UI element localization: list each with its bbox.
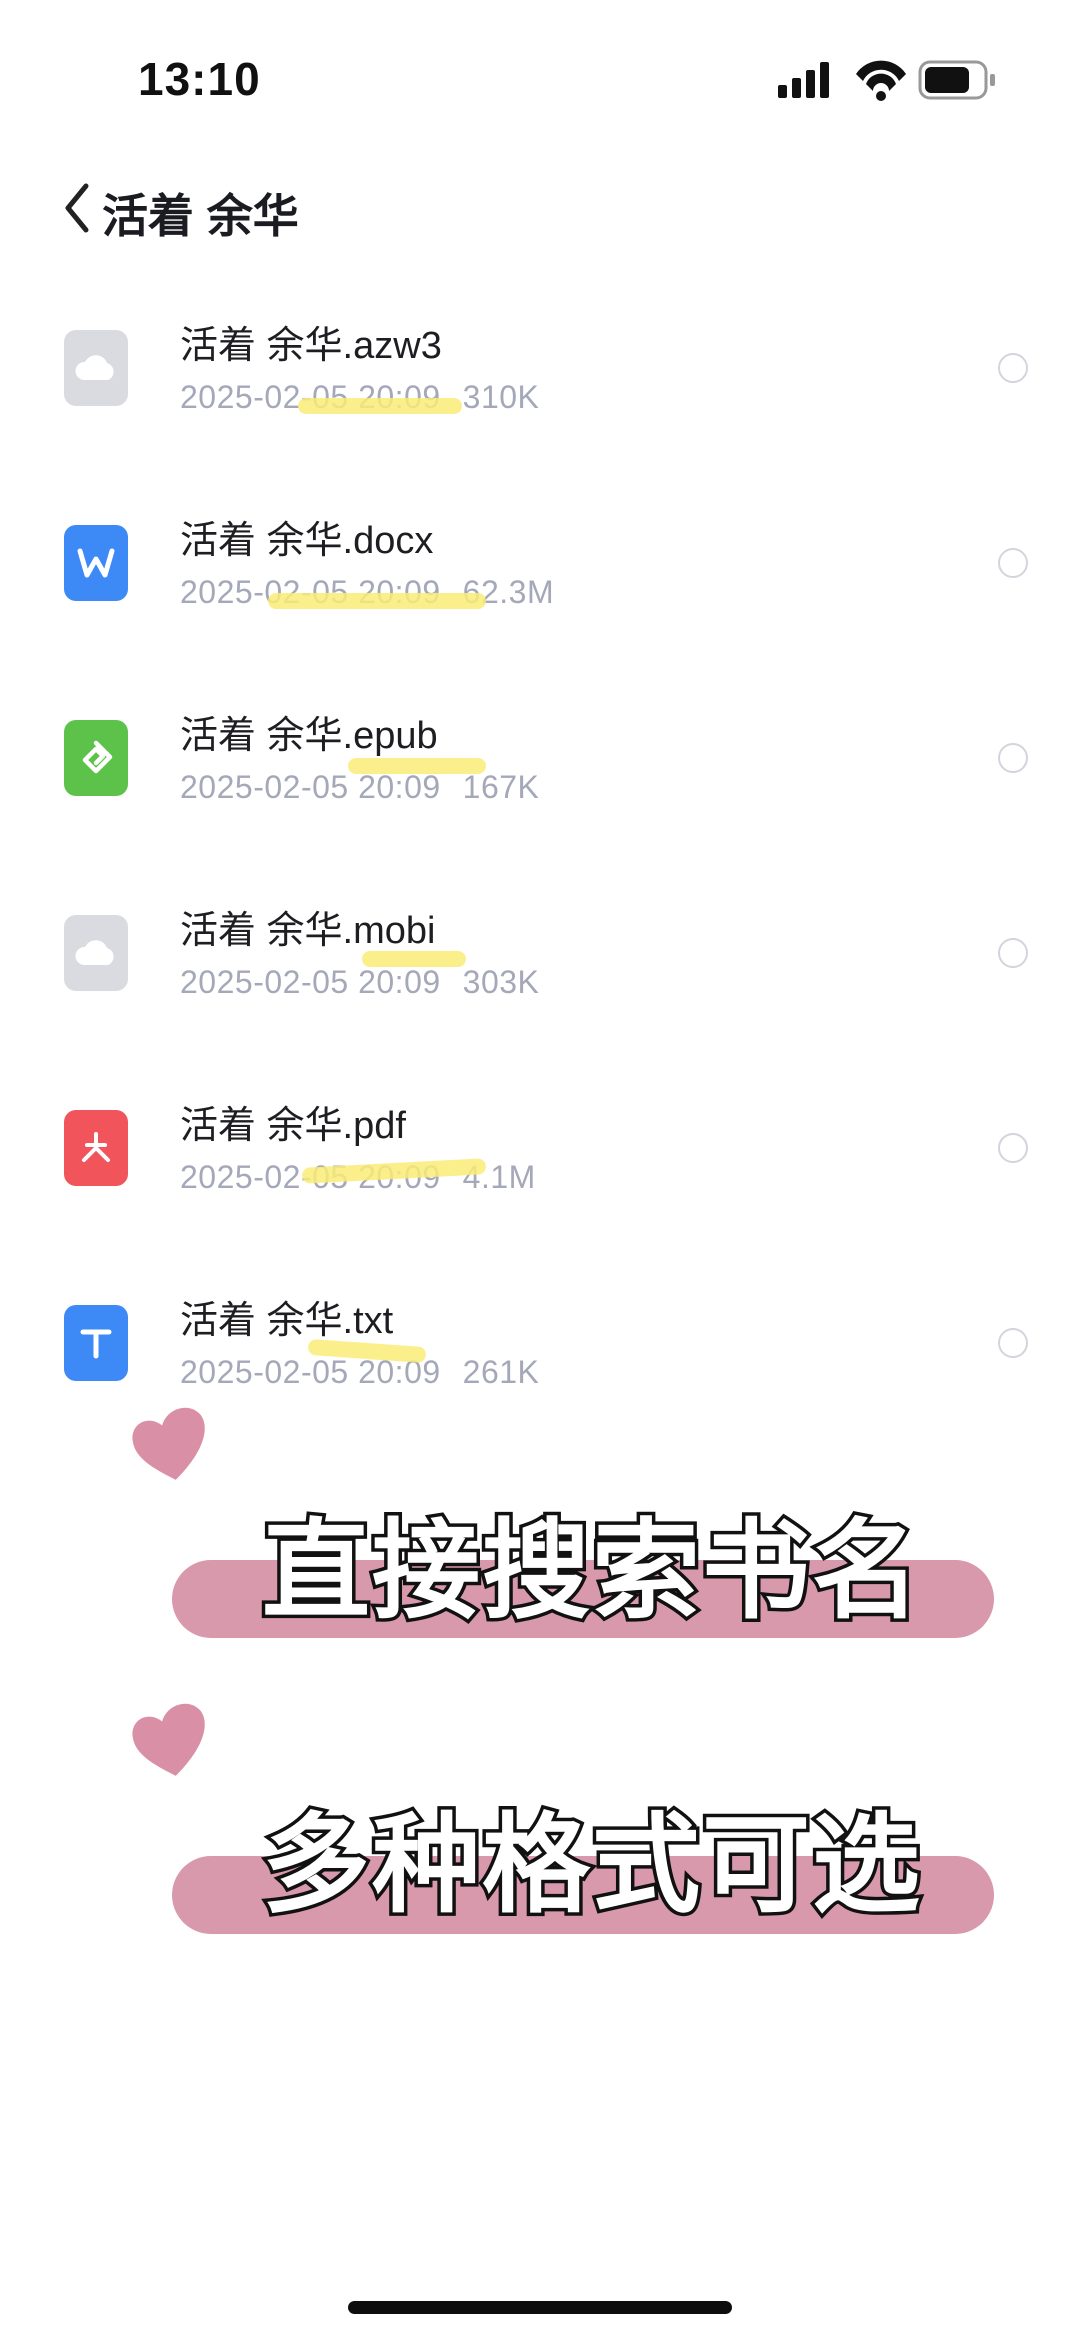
highlight-mark <box>348 758 486 774</box>
signal-icon <box>778 62 829 98</box>
file-name: 活着 余华.mobi <box>180 910 436 952</box>
file-list: 活着 余华.azw3 2025-02-05 20:09 310K 活着 余华.do… <box>0 298 1080 1468</box>
status-icons <box>778 60 995 101</box>
page-title: 活着 余华 <box>102 190 299 242</box>
select-radio[interactable] <box>998 1133 1028 1163</box>
file-size: 261K <box>462 1354 540 1390</box>
file-name: 活着 余华.txt <box>180 1300 394 1342</box>
select-radio[interactable] <box>998 938 1028 968</box>
file-row-epub[interactable]: 活着 余华.epub 2025-02-05 20:09 167K <box>0 688 1080 883</box>
back-button[interactable] <box>58 178 98 238</box>
highlight-mark <box>268 593 486 609</box>
file-date: 2025-02-05 20:09 <box>180 769 441 805</box>
status-time: 13:10 <box>138 53 261 105</box>
home-indicator[interactable] <box>348 2301 732 2314</box>
highlight-mark <box>362 951 466 967</box>
file-row-mobi[interactable]: 活着 余华.mobi 2025-02-05 20:09 303K <box>0 883 1080 1078</box>
heart-icon <box>132 1407 205 1480</box>
file-date: 2025-02-05 20:09 <box>180 964 441 1000</box>
file-row-pdf[interactable]: 活着 余华.pdf 2025-02-05 20:094.1M <box>0 1078 1080 1273</box>
file-size: 167K <box>462 769 540 805</box>
cloud-file-icon <box>64 915 128 991</box>
select-radio[interactable] <box>998 743 1028 773</box>
file-size: 310K <box>462 379 540 415</box>
file-size: 303K <box>462 964 540 1000</box>
file-meta: 2025-02-05 20:09 261K <box>180 1354 539 1391</box>
pdf-icon <box>64 1110 128 1186</box>
text-file-icon <box>64 1305 128 1381</box>
select-radio[interactable] <box>998 548 1028 578</box>
epub-icon <box>64 720 128 796</box>
highlight-mark <box>298 398 462 414</box>
file-name: 活着 余华.pdf <box>180 1105 406 1147</box>
chevron-left-icon <box>65 183 89 233</box>
battery-icon <box>918 60 995 100</box>
select-radio[interactable] <box>998 1328 1028 1358</box>
file-meta: 2025-02-05 20:09 167K <box>180 769 539 806</box>
cloud-file-icon <box>64 330 128 406</box>
file-name: 活着 余华.epub <box>180 715 438 757</box>
word-doc-icon <box>64 525 128 601</box>
file-name: 活着 余华.azw3 <box>180 325 442 367</box>
wifi-icon <box>856 60 906 101</box>
file-row-docx[interactable]: 活着 余华.docx 2025-02-05 20:09 62.3M <box>0 493 1080 688</box>
heart-icon <box>132 1703 205 1776</box>
select-radio[interactable] <box>998 353 1028 383</box>
caption-search-by-title: 直接搜索书名 <box>258 1507 923 1635</box>
file-meta: 2025-02-05 20:09 303K <box>180 964 539 1001</box>
caption-multiple-formats: 多种格式可选 <box>258 1801 923 1929</box>
file-row-azw3[interactable]: 活着 余华.azw3 2025-02-05 20:09 310K <box>0 298 1080 493</box>
file-name: 活着 余华.docx <box>180 520 434 562</box>
